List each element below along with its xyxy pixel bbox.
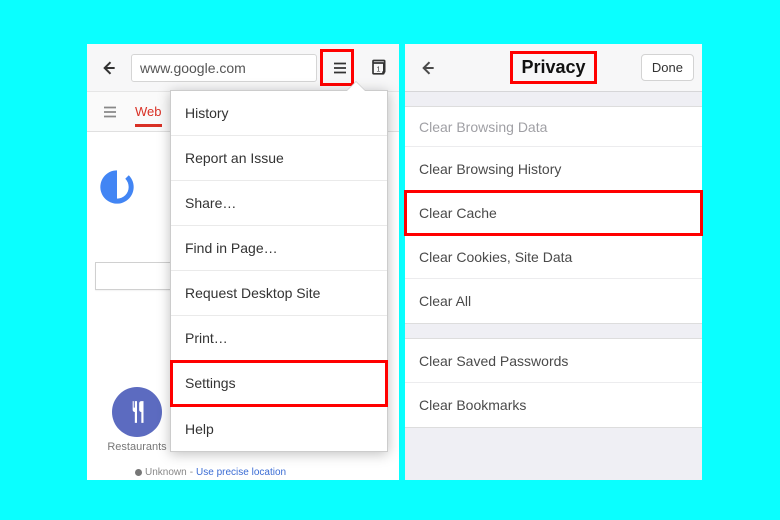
row-clear-cookies-site-data[interactable]: Clear Cookies, Site Data <box>405 235 702 279</box>
svg-text:1: 1 <box>376 64 380 73</box>
back-arrow-icon <box>417 58 437 78</box>
hamburger-icon <box>331 59 349 77</box>
section-header: Clear Browsing Data <box>405 107 702 147</box>
fork-knife-icon <box>124 399 150 425</box>
restaurant-icon-bg <box>112 387 162 437</box>
menu-item-find-in-page[interactable]: Find in Page… <box>171 226 387 271</box>
done-button[interactable]: Done <box>641 54 694 81</box>
hamburger-icon <box>101 103 119 121</box>
page-title: Privacy <box>510 51 596 84</box>
menu-item-share[interactable]: Share… <box>171 181 387 226</box>
clear-other-section: Clear Saved PasswordsClear Bookmarks <box>405 338 702 428</box>
url-text: www.google.com <box>140 60 246 76</box>
menu-item-help[interactable]: Help <box>171 406 387 451</box>
nav-back-button[interactable] <box>413 54 441 82</box>
menu-button[interactable] <box>325 53 355 83</box>
row-clear-bookmarks[interactable]: Clear Bookmarks <box>405 383 702 427</box>
location-unknown: Unknown <box>145 467 187 478</box>
row-clear-browsing-history[interactable]: Clear Browsing History <box>405 147 702 191</box>
row-clear-saved-passwords[interactable]: Clear Saved Passwords <box>405 339 702 383</box>
browser-menu-dropdown: HistoryReport an IssueShare…Find in Page… <box>170 90 388 452</box>
sub-menu-button[interactable] <box>97 99 123 125</box>
back-arrow-icon <box>98 58 118 78</box>
clear-browsing-section: Clear Browsing Data Clear Browsing Histo… <box>405 106 702 324</box>
menu-item-print[interactable]: Print… <box>171 316 387 361</box>
location-row: Unknown - Use precise location <box>135 467 286 478</box>
privacy-panel: Privacy Done Clear Browsing Data Clear B… <box>405 44 702 480</box>
restaurant-label: Restaurants <box>97 441 177 453</box>
location-dot-icon <box>135 469 142 476</box>
tabs-icon: 1 <box>368 58 388 78</box>
tabs-button[interactable]: 1 <box>363 53 393 83</box>
menu-item-settings[interactable]: Settings <box>171 361 387 406</box>
google-logo-icon <box>97 167 137 207</box>
row-clear-all[interactable]: Clear All <box>405 279 702 323</box>
url-bar[interactable]: www.google.com <box>131 54 317 82</box>
back-button[interactable] <box>93 53 123 83</box>
menu-item-report-an-issue[interactable]: Report an Issue <box>171 136 387 181</box>
use-precise-location-link[interactable]: Use precise location <box>196 467 286 478</box>
quick-link-restaurants[interactable]: Restaurants <box>97 387 177 453</box>
nav-header: Privacy Done <box>405 44 702 92</box>
menu-item-request-desktop-site[interactable]: Request Desktop Site <box>171 271 387 316</box>
menu-item-history[interactable]: History <box>171 91 387 136</box>
tab-web[interactable]: Web <box>135 96 162 127</box>
row-clear-cache[interactable]: Clear Cache <box>405 191 702 235</box>
